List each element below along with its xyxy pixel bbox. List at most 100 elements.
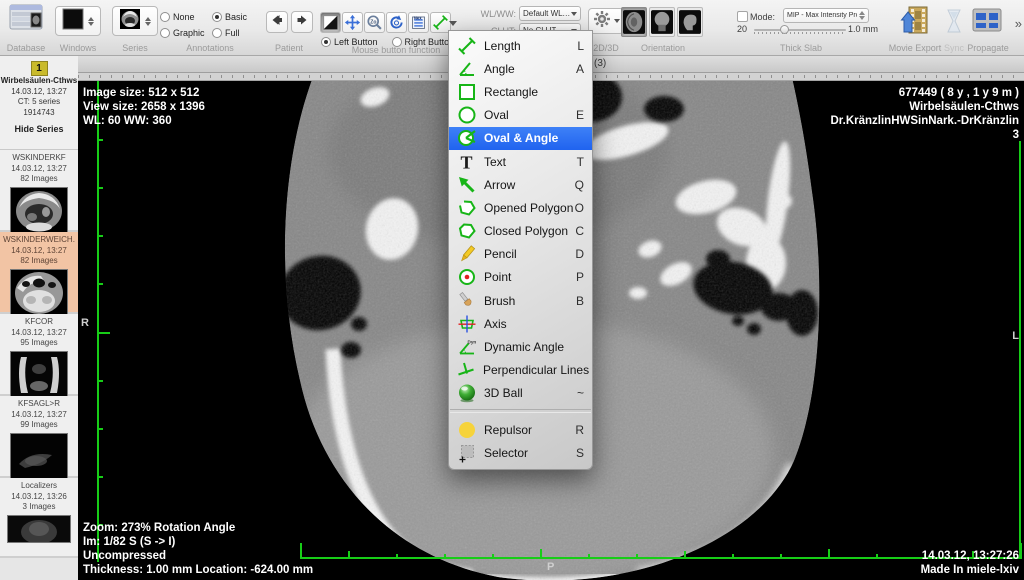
menu-item-closed-polygon[interactable]: Closed PolygonC (449, 220, 592, 243)
mouse-btn-next-tool[interactable]: Nex (408, 12, 429, 33)
annotations-label: Annotations (162, 43, 258, 53)
orientation-sagittal-button[interactable] (677, 7, 703, 37)
series-thumbnail (10, 187, 68, 235)
arrow-left-icon (271, 13, 283, 31)
menu-item-axis[interactable]: Axis (449, 312, 592, 335)
slider-knob[interactable] (780, 25, 789, 34)
annotations-radio-none[interactable]: None (160, 9, 212, 24)
overlay-top-right: 677449 ( 8 y , 1 y 9 m )Wirbelsäulen-Cth… (831, 86, 1020, 142)
overlay-line: Thickness: 1.00 mm Location: -624.00 mm (83, 563, 313, 577)
svg-text:Dyn: Dyn (467, 340, 476, 345)
movie-export-button[interactable] (898, 6, 932, 38)
tool-menu-chevron-icon[interactable] (449, 21, 457, 26)
menu-item-point[interactable]: PointP (449, 266, 592, 289)
vertical-ruler-tick (97, 476, 103, 478)
settings-2d3d-button[interactable] (588, 8, 624, 34)
mouse-btn-zoom-tool[interactable]: Zo (364, 12, 385, 33)
menu-item-shortcut: Q (575, 178, 584, 192)
menu-item-brush[interactable]: BrushB (449, 289, 592, 312)
menu-item-shortcut: E (576, 108, 584, 122)
series-thumbnail (7, 515, 71, 543)
windows-dropdown[interactable] (55, 6, 101, 36)
sync-button[interactable] (944, 8, 964, 38)
vertical-ruler-major-tick (97, 332, 110, 334)
axial-view-icon (623, 9, 645, 35)
mouse-btn-rotate-tool[interactable] (386, 12, 407, 33)
orientation-coronal-button[interactable] (649, 7, 675, 37)
study-name: Wirbelsäulen-Cthws (0, 76, 78, 87)
thick-slab-slider[interactable] (754, 27, 846, 33)
overlay-bottom-right: 14.03.12, 13:27:26Made In miele-lxiv (921, 549, 1019, 577)
menu-item-opened-polygon[interactable]: Opened PolygonO (449, 196, 592, 219)
menu-item-pencil[interactable]: PencilD (449, 243, 592, 266)
menu-item-text[interactable]: TTextT (449, 150, 592, 173)
mouse-btn-pan-tool[interactable] (342, 12, 363, 33)
horizontal-ruler-tick (396, 554, 398, 559)
series-thumb-icon (119, 8, 141, 35)
wlww-label: WL/WW: (478, 9, 516, 19)
annotations-radio-group: None Graphic Basic Full (160, 9, 256, 40)
overlay-line: Image size: 512 x 512 (83, 86, 205, 100)
menu-item-oval-angle[interactable]: Oval & Angle (449, 127, 592, 150)
sync-hourglass-icon (946, 8, 962, 39)
menu-item-repulsor[interactable]: RepulsorR (449, 418, 592, 441)
projection-select[interactable]: MIP - Max Intensity Projection (783, 8, 869, 23)
orientation-marker-left-side: L (1012, 330, 1019, 342)
windows-thumb-icon (62, 8, 84, 35)
menu-item-dynamic-angle[interactable]: DynDynamic Angle (449, 335, 592, 358)
wlww-select[interactable]: Default WL & W (519, 6, 581, 21)
hide-series-button[interactable]: Hide Series (0, 124, 78, 134)
radio-label: Full (225, 28, 240, 38)
windows-label: Windows (52, 43, 104, 53)
series-label: Series (110, 43, 160, 53)
orientation-marker-right-side: R (81, 317, 89, 329)
series-item-kfsagl-r[interactable]: KFSAGL>R14.03.12, 13:2799 Images (0, 396, 78, 478)
menu-item-length[interactable]: LengthL (449, 34, 592, 57)
annotations-radio-basic[interactable]: Basic (212, 9, 256, 24)
next-patient-button[interactable] (291, 11, 313, 33)
series-item-wskinderweich[interactable]: WSKINDERWEICH.14.03.12, 13:2782 Images (0, 232, 78, 314)
annotations-radio-graphic[interactable]: Graphic (160, 25, 212, 40)
radio-label: Graphic (173, 28, 205, 38)
overlay-line: Dr.KränzlinHWSinNark.-DrKränzlin (831, 114, 1020, 128)
menu-item-selector[interactable]: SelectorS (449, 441, 592, 464)
vertical-ruler-tick (97, 235, 103, 237)
orientation-buttons (621, 7, 703, 37)
orientation-axial-button[interactable] (621, 7, 647, 37)
series-item-kfcor[interactable]: KFCOR14.03.12, 13:2795 Images (0, 314, 78, 396)
toolbar-overflow-button[interactable]: » (1015, 16, 1020, 31)
horizontal-ruler-tick (588, 554, 590, 559)
series-name: KFSAGL>R (0, 399, 78, 410)
previous-patient-button[interactable] (266, 11, 288, 33)
menu-item-shortcut: S (576, 446, 584, 460)
length-tool-icon (432, 14, 449, 31)
horizontal-ruler-tick (444, 554, 446, 559)
horizontal-ruler-tick (348, 551, 350, 559)
thick-slab-mode-checkbox[interactable] (737, 11, 748, 22)
menu-item-shortcut: R (575, 423, 584, 437)
menu-item-3d-ball[interactable]: 3D Ball~ (449, 382, 592, 405)
menu-item-shortcut: L (577, 39, 584, 53)
menu-item-perpendicular-lines[interactable]: Perpendicular Lines (449, 359, 592, 382)
vertical-ruler-tick (97, 187, 103, 189)
series-item-wskinderkf[interactable]: WSKINDERKF14.03.12, 13:2782 Images (0, 150, 78, 232)
vertical-ruler-tick (97, 380, 103, 382)
series-item-localizers[interactable]: Localizers14.03.12, 13:263 Images (0, 478, 78, 558)
menu-item-rectangle[interactable]: Rectangle (449, 80, 592, 103)
overlay-line: Uncompressed (83, 549, 313, 563)
menu-item-label: Axis (484, 317, 584, 331)
mouse-btn-wlww-tool[interactable] (320, 12, 341, 33)
menu-item-arrow[interactable]: ArrowQ (449, 173, 592, 196)
menu-item-label: Length (484, 39, 577, 53)
overlay-line: Zoom: 273% Rotation Angle (83, 521, 313, 535)
propagate-button[interactable] (970, 8, 1004, 36)
menu-item-angle[interactable]: AngleA (449, 57, 592, 80)
database-button[interactable] (8, 5, 44, 35)
annotations-radio-full[interactable]: Full (212, 25, 256, 40)
menu-item-oval[interactable]: OvalE (449, 104, 592, 127)
opened-polygon-icon (456, 197, 477, 218)
stepper-icon (859, 10, 865, 21)
study-badge: 1 (31, 61, 48, 76)
closed-polygon-icon (456, 221, 477, 242)
series-dropdown[interactable] (112, 6, 158, 36)
